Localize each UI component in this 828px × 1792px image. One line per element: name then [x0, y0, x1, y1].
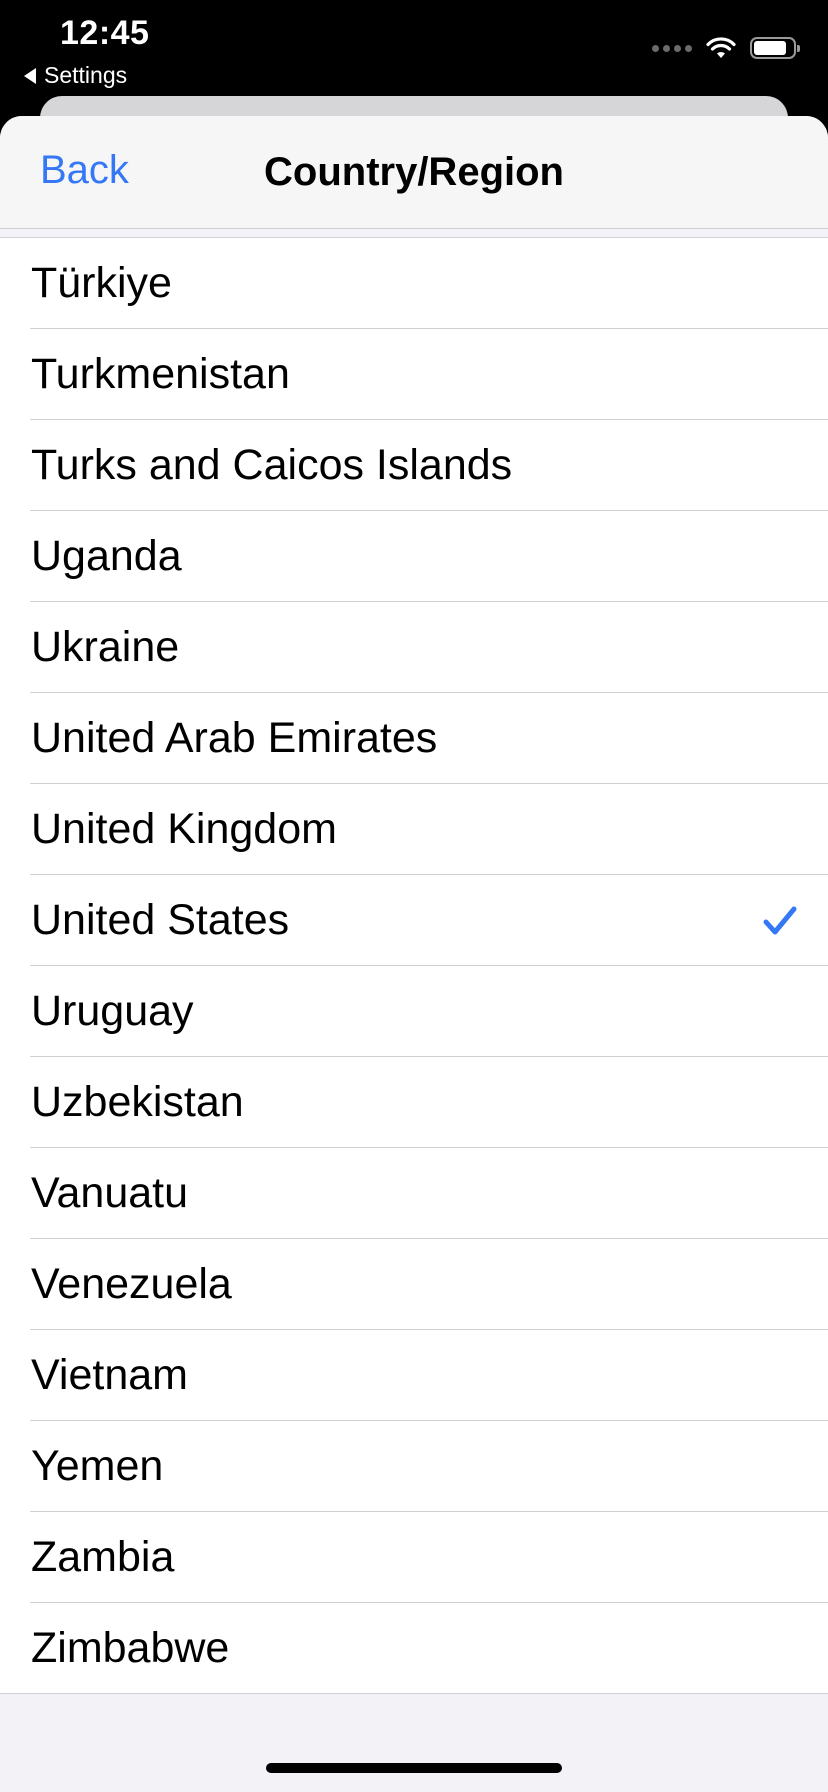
- list-item[interactable]: Vanuatu: [0, 1148, 828, 1239]
- country-label: Uruguay: [31, 987, 194, 1035]
- country-label: Zambia: [31, 1533, 175, 1581]
- list-item[interactable]: Yemen: [0, 1421, 828, 1512]
- list-item[interactable]: Uruguay: [0, 966, 828, 1057]
- battery-icon: [750, 37, 800, 59]
- list-item[interactable]: Turkmenistan: [0, 329, 828, 420]
- country-label: Ukraine: [31, 623, 180, 671]
- status-bar: 12:45 Settings: [0, 0, 828, 100]
- country-label: United Arab Emirates: [31, 714, 438, 762]
- country-region-sheet: Back Country/Region Türkiye Turkmenistan T…: [0, 116, 828, 1792]
- country-label: Türkiye: [31, 259, 172, 307]
- back-to-settings-link[interactable]: Settings: [24, 62, 127, 89]
- list-item[interactable]: Vietnam: [0, 1330, 828, 1421]
- list-item[interactable]: Uzbekistan: [0, 1057, 828, 1148]
- status-indicators: [652, 36, 800, 60]
- country-label: Turks and Caicos Islands: [31, 441, 513, 489]
- list-item[interactable]: Ukraine: [0, 602, 828, 693]
- country-label: Yemen: [31, 1442, 164, 1490]
- list-item[interactable]: Türkiye: [0, 238, 828, 329]
- list-item[interactable]: Zimbabwe: [0, 1603, 828, 1694]
- list-item[interactable]: Venezuela: [0, 1239, 828, 1330]
- list-item[interactable]: Uganda: [0, 511, 828, 602]
- list-item[interactable]: United Kingdom: [0, 784, 828, 875]
- country-label: Venezuela: [31, 1260, 232, 1308]
- country-label: United States: [31, 896, 290, 944]
- status-time: 12:45: [60, 14, 150, 52]
- country-label: Uganda: [31, 532, 182, 580]
- wifi-icon: [706, 37, 736, 58]
- list-item[interactable]: Zambia: [0, 1512, 828, 1603]
- home-indicator[interactable]: [266, 1763, 562, 1773]
- country-label: Turkmenistan: [31, 350, 290, 398]
- country-label: Vanuatu: [31, 1169, 189, 1217]
- back-app-label: Settings: [44, 62, 128, 88]
- back-triangle-icon: [24, 67, 36, 84]
- country-label: Uzbekistan: [31, 1078, 244, 1126]
- signal-icon: [652, 44, 692, 52]
- page-title: Country/Region: [264, 150, 564, 194]
- country-label: Vietnam: [31, 1351, 188, 1399]
- navigation-bar: Back Country/Region: [0, 116, 828, 229]
- checkmark-icon: [763, 906, 797, 935]
- list-item[interactable]: United Arab Emirates: [0, 693, 828, 784]
- list-item[interactable]: United States: [0, 875, 828, 966]
- country-label: United Kingdom: [31, 805, 337, 853]
- list-item[interactable]: Turks and Caicos Islands: [0, 420, 828, 511]
- country-label: Zimbabwe: [31, 1624, 230, 1672]
- country-list: Türkiye Turkmenistan Turks and Caicos Isla…: [0, 237, 828, 1694]
- battery-fill: [754, 41, 787, 55]
